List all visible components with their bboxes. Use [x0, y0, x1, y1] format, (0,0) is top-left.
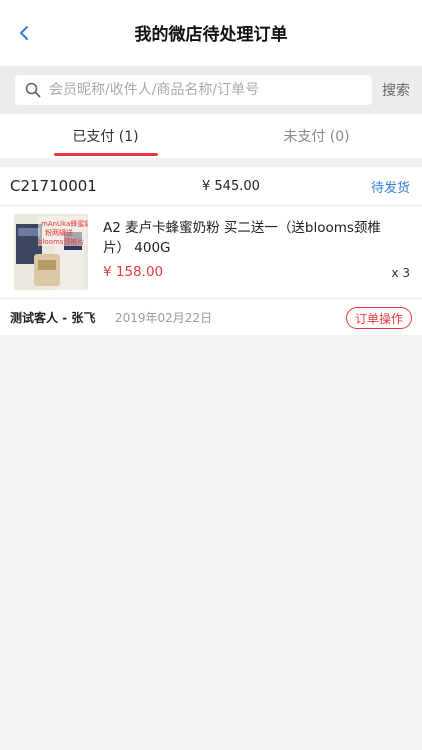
- search-icon: [25, 82, 41, 98]
- tab-unpaid[interactable]: 未支付 (0): [211, 114, 422, 158]
- tab-unpaid-label: 未支付 (0): [283, 129, 350, 145]
- product-image: mAnUka蜂蜜奶 粉两罐送 blooms颈椎片: [14, 214, 88, 290]
- chevron-left-icon: [20, 26, 28, 40]
- tab-paid-label: 已支付 (1): [72, 129, 139, 145]
- page-title: 我的微店待处理订单: [134, 24, 288, 45]
- search-input[interactable]: [47, 81, 351, 99]
- tab-bar: 已支付 (1) 未支付 (0): [0, 114, 422, 158]
- order-item[interactable]: mAnUka蜂蜜奶 粉两罐送 blooms颈椎片 A2 麦卢卡蜂蜜奶粉 买二送一…: [0, 206, 422, 299]
- order-action-button[interactable]: 订单操作: [345, 307, 412, 329]
- order-status[interactable]: 待发货: [371, 177, 410, 196]
- back-button[interactable]: [14, 23, 34, 43]
- order-number: C21710001: [10, 177, 97, 195]
- active-tab-indicator: [54, 153, 158, 156]
- order-footer: 测试客人 - 张飞 2019年02月22日 订单操作: [0, 299, 422, 335]
- search-bar: 搜索: [0, 66, 422, 114]
- thumb-text-2: 粉两罐送: [45, 228, 73, 237]
- order-total: ¥ 545.00: [202, 178, 260, 194]
- nav-bar: 我的微店待处理订单: [0, 0, 422, 66]
- product-quantity: x 3: [391, 266, 410, 280]
- buyer-name: 测试客人 - 张飞: [10, 310, 96, 325]
- order-date: 2019年02月22日: [115, 310, 213, 325]
- product-photo: mAnUka蜂蜜奶 粉两罐送 blooms颈椎片: [14, 214, 88, 290]
- product-name: A2 麦卢卡蜂蜜奶粉 买二送一（送blooms颈椎片） 400G: [103, 220, 381, 256]
- search-box[interactable]: [15, 75, 372, 105]
- tab-paid[interactable]: 已支付 (1): [0, 114, 211, 158]
- order-card: C21710001 ¥ 545.00 待发货 mAnUka蜂蜜奶 粉两罐送 bl…: [0, 167, 422, 335]
- order-header: C21710001 ¥ 545.00 待发货: [0, 167, 422, 206]
- thumb-text-1: mAnUka蜂蜜奶: [41, 219, 88, 228]
- thumb-text-3: blooms颈椎片: [38, 237, 84, 246]
- search-button[interactable]: 搜索: [382, 80, 410, 100]
- product-price: ¥ 158.00: [103, 264, 164, 280]
